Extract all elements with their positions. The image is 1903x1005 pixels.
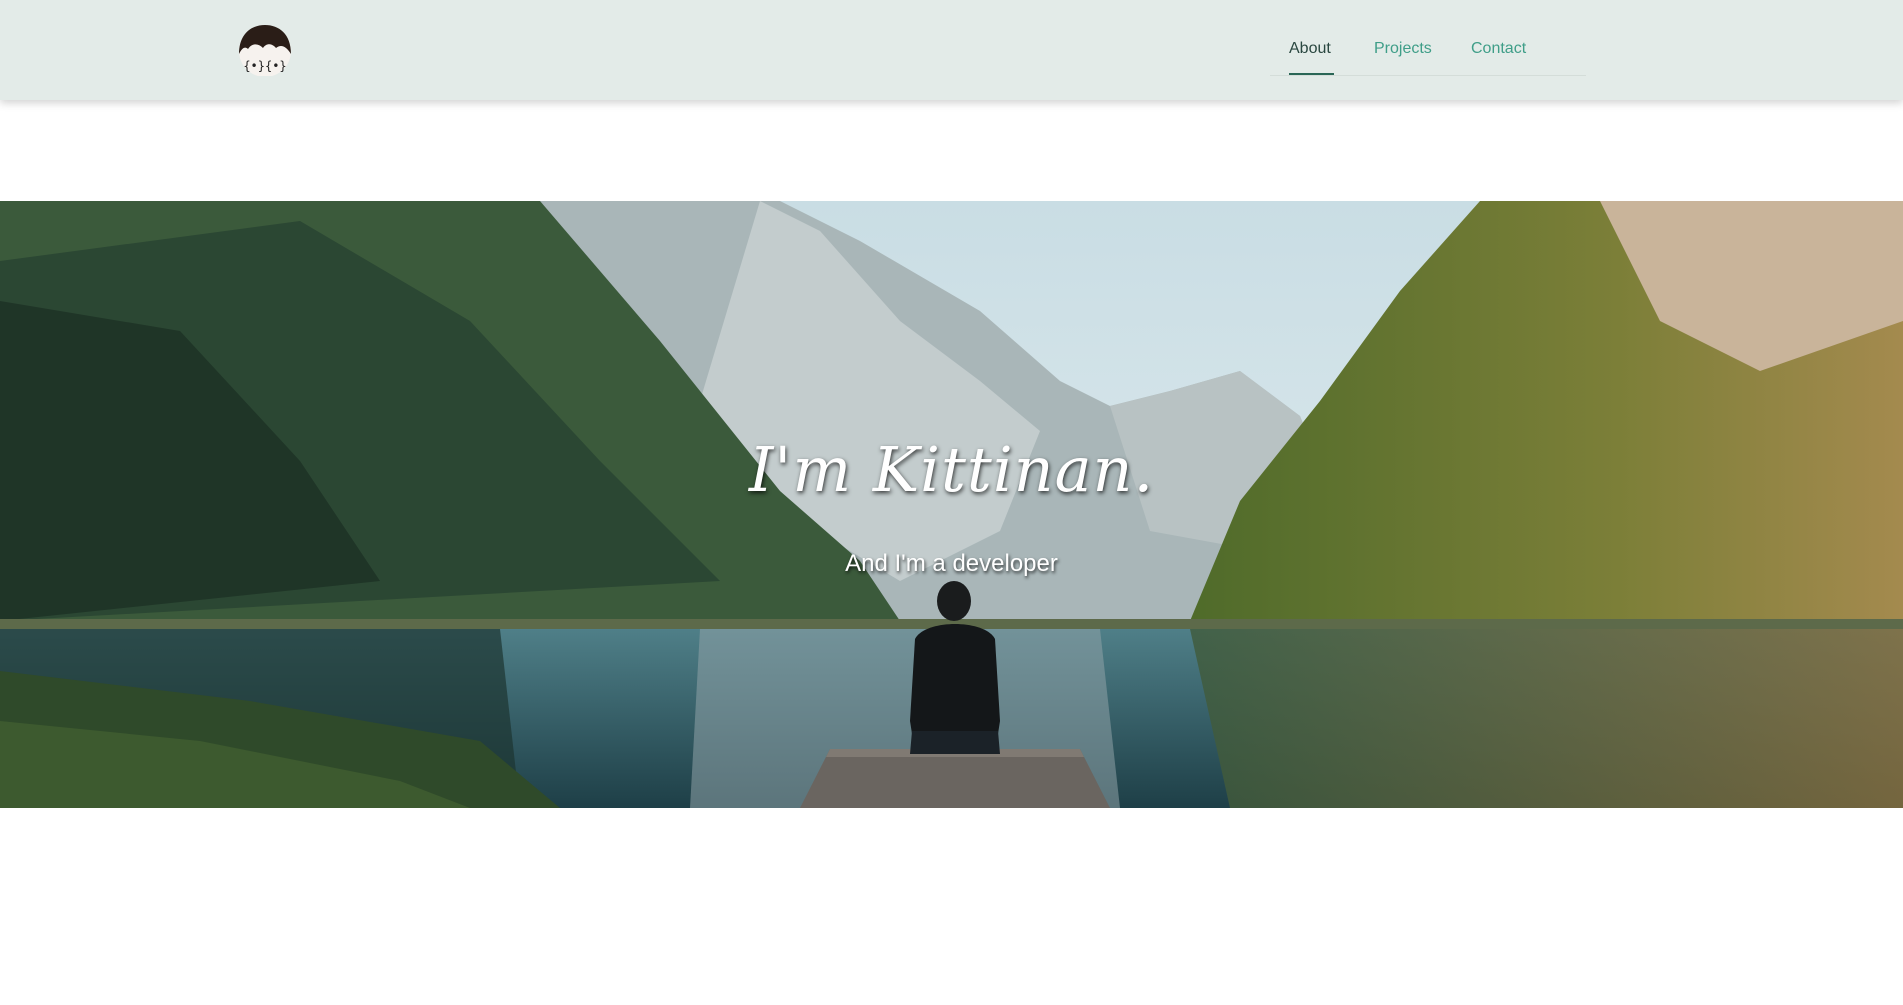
svg-text:{•}{•}: {•}{•} <box>243 59 286 73</box>
nav-link-projects[interactable]: Projects <box>1374 40 1432 58</box>
avatar-logo-icon[interactable]: {•}{•} <box>236 24 294 77</box>
nav-link-contact[interactable]: Contact <box>1471 40 1526 58</box>
hero-title: I'm Kittinan. <box>748 433 1155 506</box>
hero-banner: I'm Kittinan. And I'm a developer <box>0 201 1903 808</box>
navbar: {•}{•} About Projects Contact <box>0 0 1903 100</box>
nav-link-about[interactable]: About <box>1289 40 1331 58</box>
main-nav: About Projects Contact <box>1270 30 1586 76</box>
hero-subtitle: And I'm a developer <box>845 550 1058 577</box>
active-tab-indicator <box>1289 73 1334 75</box>
